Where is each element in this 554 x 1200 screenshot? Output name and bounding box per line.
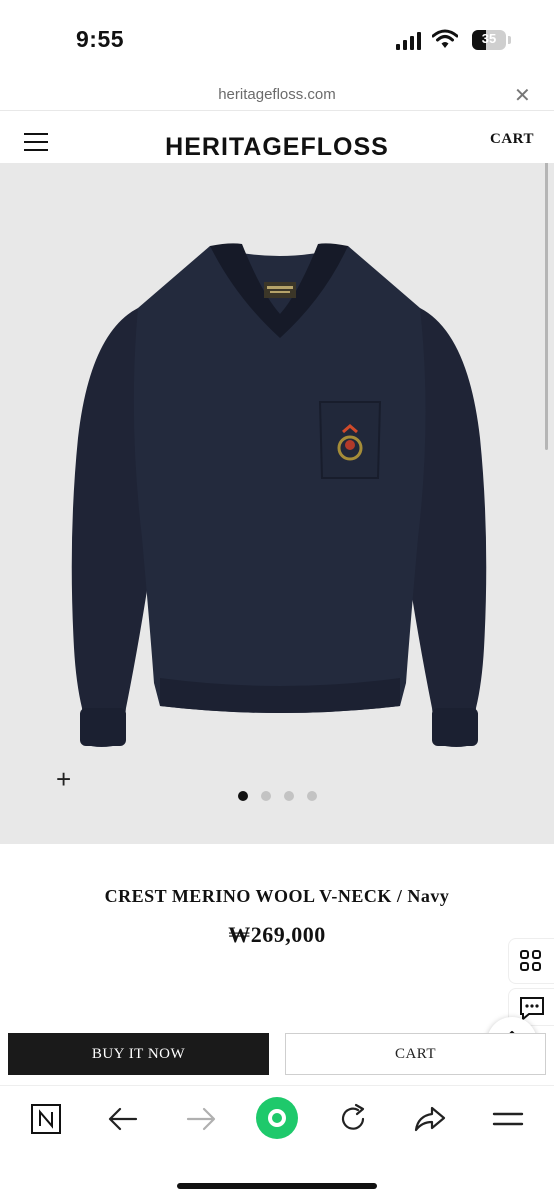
buy-now-button[interactable]: BUY IT NOW (8, 1033, 269, 1075)
pagination-dot[interactable] (284, 791, 294, 801)
status-time: 9:55 (76, 26, 125, 52)
grid-view-button[interactable] (508, 938, 554, 984)
home-indicator (177, 1183, 377, 1189)
url-text[interactable]: heritagefloss.com (0, 86, 554, 103)
product-image-gallery[interactable]: + (0, 134, 554, 844)
back-arrow-icon[interactable] (106, 1103, 140, 1135)
pagination-dot[interactable] (307, 791, 317, 801)
battery-icon: 35 (472, 30, 506, 50)
status-bar: 9:55 35 (0, 0, 554, 80)
wifi-icon (432, 29, 458, 48)
product-title: CREST MERINO WOOL V-NECK / Navy (104, 886, 450, 906)
header-cart-link[interactable]: CART (490, 131, 534, 148)
naver-n-icon[interactable] (30, 1103, 62, 1135)
site-header: HERITAGEFLOSS CART (0, 111, 554, 163)
grid-icon (520, 950, 541, 971)
battery-cap (508, 36, 511, 44)
cellular-signal-icon (396, 32, 421, 50)
forward-arrow-icon[interactable] (184, 1103, 218, 1135)
pagination-dot[interactable] (261, 791, 271, 801)
plus-icon[interactable]: + (56, 764, 71, 795)
pagination-dot-active[interactable] (238, 791, 248, 801)
browser-toolbar (0, 1085, 554, 1156)
brand-logo[interactable]: HERITAGEFLOSS (0, 133, 554, 162)
green-home-icon[interactable] (254, 1095, 300, 1141)
reload-icon[interactable] (336, 1102, 370, 1136)
product-price: ₩269,000 (228, 922, 326, 947)
add-to-cart-button[interactable]: CART (285, 1033, 546, 1075)
page-scrollbar[interactable] (545, 140, 548, 450)
close-icon[interactable]: ✕ (514, 83, 531, 108)
address-bar[interactable]: heritagefloss.com ✕ (0, 80, 554, 111)
share-icon[interactable] (412, 1102, 448, 1136)
menu-lines-icon[interactable] (490, 1105, 526, 1133)
battery-percent: 35 (481, 31, 497, 46)
product-image[interactable] (60, 238, 500, 758)
